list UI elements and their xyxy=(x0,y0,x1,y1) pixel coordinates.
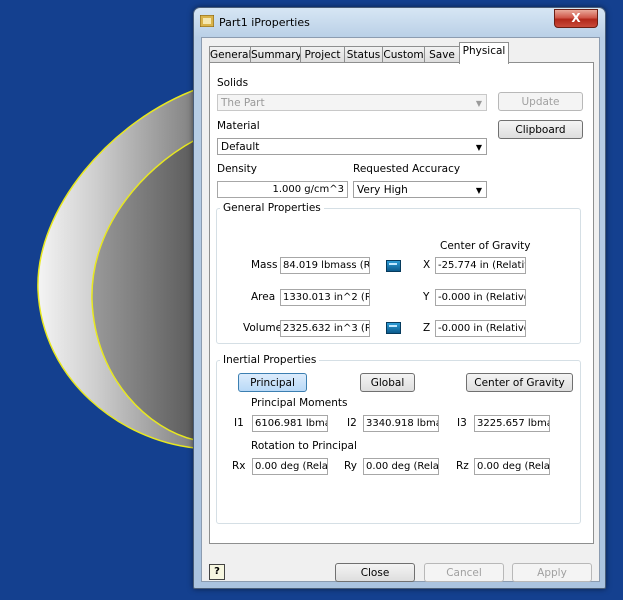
rz-field[interactable]: 0.00 deg (Relat xyxy=(474,458,550,475)
i2-field[interactable]: 3340.918 lbmas xyxy=(363,415,439,432)
area-label: Area xyxy=(251,291,276,303)
accuracy-value: Very High xyxy=(357,184,408,196)
mass-field[interactable]: 84.019 lbmass (Rel; xyxy=(280,257,370,274)
cog-y-field[interactable]: -0.000 in (Relative xyxy=(435,289,526,306)
physical-panel: Solids The Part ▼ Update Material Defaul… xyxy=(209,62,594,544)
global-button[interactable]: Global xyxy=(360,373,415,392)
principal-button[interactable]: Principal xyxy=(238,373,307,392)
chevron-down-icon: ▼ xyxy=(475,99,482,108)
cancel-button[interactable]: Cancel xyxy=(424,563,504,582)
material-dropdown[interactable]: Default ▼ xyxy=(217,138,487,155)
volume-label: Volume xyxy=(243,322,283,334)
area-field[interactable]: 1330.013 in^2 (Rel xyxy=(280,289,370,306)
solids-label: Solids xyxy=(217,77,249,89)
chevron-down-icon: ▼ xyxy=(475,186,482,195)
tab-save[interactable]: Save xyxy=(424,46,460,63)
dialog-client: General Summary Project Status Custom Sa… xyxy=(201,37,600,582)
density-label: Density xyxy=(217,163,257,175)
i1-field[interactable]: 6106.981 lbmas xyxy=(252,415,328,432)
accuracy-label: Requested Accuracy xyxy=(353,163,461,175)
cog-x-field[interactable]: -25.774 in (Relative xyxy=(435,257,526,274)
window-title: Part1 iProperties xyxy=(219,16,310,29)
solids-value: The Part xyxy=(221,97,265,109)
z-label: Z xyxy=(423,322,431,334)
calculator-icon[interactable] xyxy=(386,322,401,334)
center-of-gravity-button[interactable]: Center of Gravity xyxy=(466,373,573,392)
principal-moments-title: Principal Moments xyxy=(251,397,348,409)
calculator-icon[interactable] xyxy=(386,260,401,272)
chevron-down-icon: ▼ xyxy=(475,143,482,152)
close-button[interactable]: Close xyxy=(335,563,415,582)
inertial-properties-title: Inertial Properties xyxy=(220,354,320,366)
accuracy-dropdown[interactable]: Very High ▼ xyxy=(353,181,487,198)
rx-label: Rx xyxy=(232,460,246,472)
solids-dropdown: The Part ▼ xyxy=(217,94,487,111)
rotation-title: Rotation to Principal xyxy=(251,440,357,452)
tab-custom[interactable]: Custom xyxy=(382,46,425,63)
cog-title: Center of Gravity xyxy=(440,240,531,252)
tab-project[interactable]: Project xyxy=(300,46,345,63)
material-label: Material xyxy=(217,120,260,132)
update-button[interactable]: Update xyxy=(498,92,583,111)
tab-status[interactable]: Status xyxy=(344,46,383,63)
tab-general[interactable]: General xyxy=(209,46,251,63)
title-bar[interactable]: Part1 iProperties X xyxy=(194,8,605,36)
app-icon xyxy=(200,15,214,27)
iproperties-dialog: Part1 iProperties X General Summary Proj… xyxy=(193,7,606,589)
clipboard-button[interactable]: Clipboard xyxy=(498,120,583,139)
density-field[interactable]: 1.000 g/cm^3 xyxy=(217,181,348,198)
i3-label: I3 xyxy=(457,417,467,429)
rx-field[interactable]: 0.00 deg (Relat xyxy=(252,458,328,475)
tab-physical[interactable]: Physical xyxy=(459,42,509,64)
y-label: Y xyxy=(423,291,430,303)
i3-field[interactable]: 3225.657 lbmas xyxy=(474,415,550,432)
i2-label: I2 xyxy=(347,417,357,429)
tab-summary[interactable]: Summary xyxy=(250,46,302,63)
help-icon[interactable]: ? xyxy=(209,564,225,580)
mass-label: Mass xyxy=(251,259,278,271)
close-window-button[interactable]: X xyxy=(554,9,598,28)
material-value: Default xyxy=(221,141,260,153)
rz-label: Rz xyxy=(456,460,469,472)
x-label: X xyxy=(423,259,431,271)
volume-field[interactable]: 2325.632 in^3 (Rel xyxy=(280,320,370,337)
apply-button[interactable]: Apply xyxy=(512,563,592,582)
general-properties-title: General Properties xyxy=(220,202,324,214)
cog-z-field[interactable]: -0.000 in (Relative xyxy=(435,320,526,337)
i1-label: I1 xyxy=(234,417,244,429)
ry-label: Ry xyxy=(344,460,357,472)
ry-field[interactable]: 0.00 deg (Relat xyxy=(363,458,439,475)
